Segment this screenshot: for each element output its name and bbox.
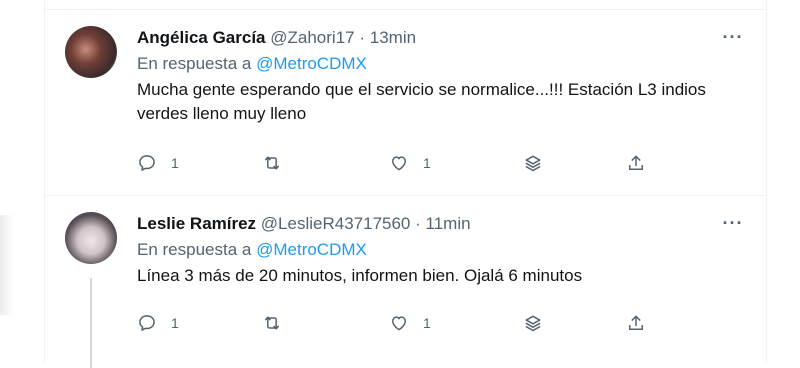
tweet-text: Mucha gente esperando que el servicio se…	[137, 80, 706, 123]
share-icon	[629, 155, 643, 170]
reply-context: En respuesta a @MetroCDMX	[137, 53, 367, 75]
share-icon	[629, 315, 643, 330]
tweet-time[interactable]: 11min	[426, 214, 471, 233]
reply-count: 1	[171, 155, 179, 171]
reply-button[interactable]: 1	[137, 308, 179, 338]
timeline-column: Angélica García @Zahori17 · 13min ··· En…	[44, 0, 767, 368]
like-button[interactable]: 1	[389, 148, 431, 178]
tweet-header: Leslie Ramírez @LeslieR43717560 · 11min	[137, 213, 471, 235]
reply-prefix: En respuesta a	[137, 240, 252, 259]
retweet-icon	[265, 156, 279, 170]
meta-separator: ·	[415, 214, 421, 233]
layers-icon	[525, 315, 541, 332]
page-edge-shadow	[0, 215, 14, 315]
heart-icon	[392, 156, 406, 171]
layers-button[interactable]	[523, 148, 543, 178]
like-count: 1	[423, 155, 431, 171]
reply-icon	[139, 155, 155, 171]
author-name[interactable]: Leslie Ramírez	[137, 214, 256, 233]
share-button[interactable]	[626, 308, 646, 338]
avatar[interactable]	[65, 26, 117, 78]
reply-context: En respuesta a @MetroCDMX	[137, 239, 367, 261]
tweet[interactable]: Angélica García @Zahori17 · 13min ··· En…	[45, 10, 766, 195]
tweet[interactable]: Leslie Ramírez @LeslieR43717560 · 11min …	[45, 196, 766, 368]
author-handle[interactable]: @LeslieR43717560	[261, 214, 411, 233]
avatar[interactable]	[65, 212, 117, 264]
tweet-actions: 1 1	[137, 148, 746, 178]
retweet-icon	[265, 316, 279, 330]
reply-mention-link[interactable]: @MetroCDMX	[256, 54, 367, 73]
author-name[interactable]: Angélica García	[137, 28, 266, 47]
tweet-header: Angélica García @Zahori17 · 13min	[137, 27, 416, 49]
meta-separator: ·	[359, 28, 366, 47]
like-count: 1	[423, 315, 431, 331]
retweet-button[interactable]	[262, 308, 296, 338]
reply-icon	[139, 315, 155, 331]
like-button[interactable]: 1	[389, 308, 431, 338]
tweet-actions: 1 1	[137, 308, 746, 338]
reply-button[interactable]: 1	[137, 148, 179, 178]
more-options-icon[interactable]: ···	[720, 24, 746, 50]
reply-prefix: En respuesta a	[137, 54, 252, 73]
layers-icon	[525, 155, 541, 172]
author-handle[interactable]: @Zahori17	[270, 28, 354, 47]
tweet-time[interactable]: 13min	[370, 28, 416, 47]
share-button[interactable]	[626, 148, 646, 178]
heart-icon	[392, 316, 406, 331]
reply-mention-link[interactable]: @MetroCDMX	[256, 240, 367, 259]
reply-count: 1	[171, 315, 179, 331]
thread-line	[90, 278, 92, 368]
retweet-button[interactable]	[262, 148, 296, 178]
more-options-icon[interactable]: ···	[720, 210, 746, 236]
layers-button[interactable]	[523, 308, 543, 338]
tweet-text: Línea 3 más de 20 minutos, informen bien…	[137, 266, 583, 285]
